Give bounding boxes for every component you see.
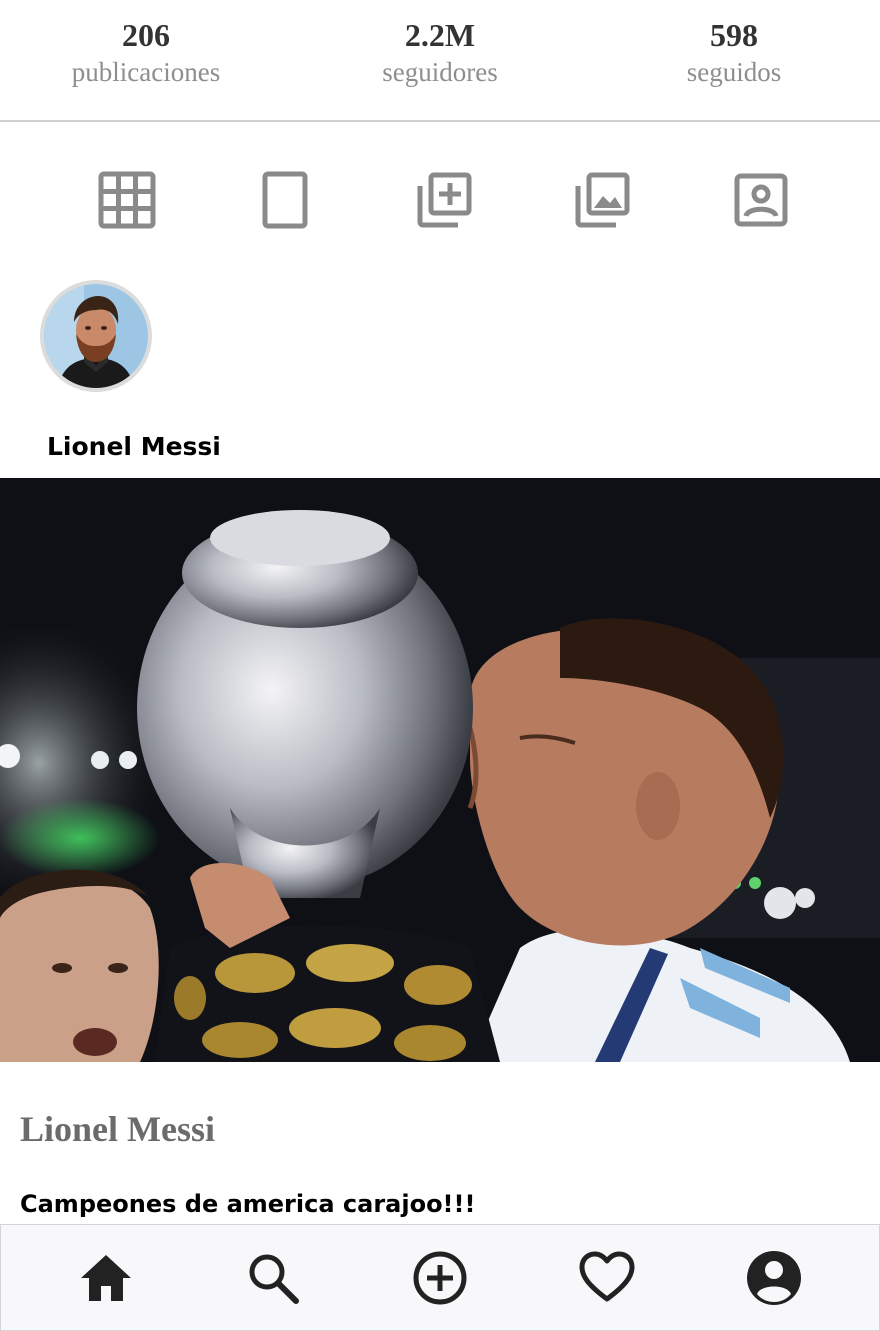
caption-text: Campeones de america carajoo!!! (20, 1190, 476, 1218)
stat-following-count: 598 (710, 17, 758, 53)
portrait-tablet-icon (262, 171, 308, 229)
stat-following[interactable]: 598 seguidos (614, 16, 854, 90)
add-circle-icon (413, 1251, 467, 1305)
nav-profile[interactable] (745, 1249, 803, 1307)
tab-grid[interactable] (97, 170, 157, 230)
player-kissing-trophy-photo (0, 478, 880, 1062)
caption-username[interactable]: Lionel Messi (20, 1108, 215, 1150)
photo-library-icon (575, 172, 630, 228)
profile-stats: 206 publicaciones 2.2M seguidores 598 se… (0, 0, 880, 122)
stat-followers-count: 2.2M (404, 17, 476, 53)
stat-following-label: seguidos (686, 57, 782, 87)
stat-posts[interactable]: 206 publicaciones (26, 16, 266, 90)
grid-icon (98, 171, 156, 229)
tagged-person-icon (734, 173, 788, 227)
add-to-library-icon (417, 172, 472, 228)
account-circle-icon (747, 1251, 801, 1305)
profile-avatar-image (44, 284, 148, 388)
nav-search[interactable] (244, 1249, 302, 1307)
nav-create[interactable] (411, 1249, 469, 1307)
heart-icon (579, 1251, 635, 1302)
tab-portrait[interactable] (255, 170, 315, 230)
nav-activity[interactable] (578, 1249, 636, 1307)
profile-tab-bar (0, 122, 880, 272)
post-username[interactable]: Lionel Messi (47, 432, 221, 461)
avatar[interactable] (40, 280, 152, 392)
stat-posts-count: 206 (122, 17, 170, 53)
nav-home[interactable] (77, 1249, 135, 1307)
post-image[interactable] (0, 478, 880, 1062)
stat-followers[interactable]: 2.2M seguidores (320, 16, 560, 90)
stat-posts-label: publicaciones (71, 57, 221, 87)
tab-add-to-library[interactable] (414, 170, 474, 230)
tab-tagged[interactable] (731, 170, 791, 230)
home-icon (81, 1255, 131, 1301)
tab-photo-library[interactable] (572, 170, 632, 230)
stat-followers-label: seguidores (382, 57, 498, 87)
search-icon (249, 1254, 299, 1304)
bottom-nav (0, 1224, 880, 1331)
